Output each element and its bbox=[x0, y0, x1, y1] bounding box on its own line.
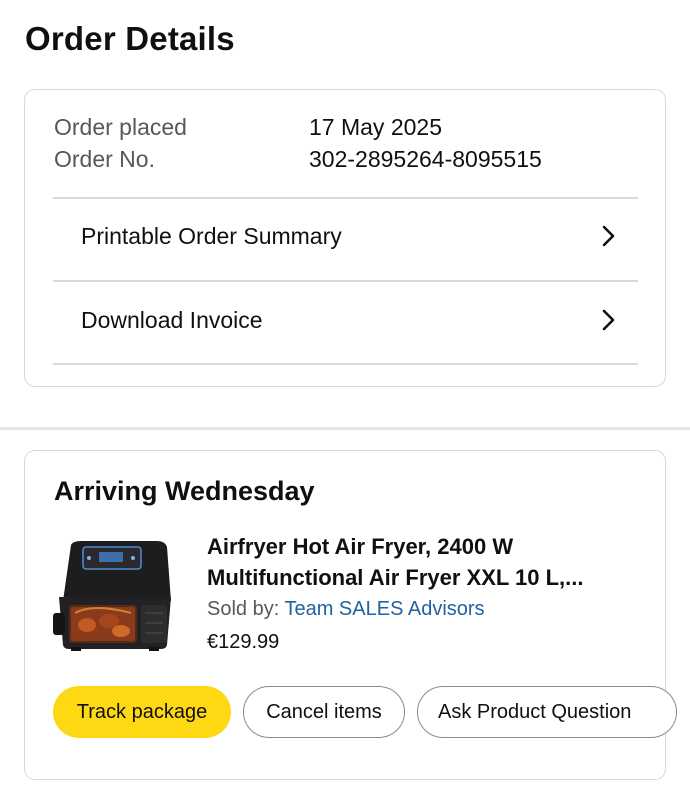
ask-product-question-button[interactable]: Ask Product Question bbox=[417, 686, 677, 738]
download-invoice-link[interactable]: Download Invoice bbox=[53, 279, 638, 361]
chevron-right-icon bbox=[602, 225, 615, 247]
product-title-line-1: Airfryer Hot Air Fryer, 2400 W bbox=[207, 534, 514, 559]
product-title-line-2: Multifunctional Air Fryer XXL 10 L,... bbox=[207, 565, 584, 590]
chevron-right-icon bbox=[602, 309, 615, 331]
sold-by-label: Sold by: bbox=[207, 598, 285, 620]
divider bbox=[53, 363, 638, 365]
download-invoice-label: Download Invoice bbox=[81, 306, 263, 333]
order-info-card: Order placed 17 May 2025 Order No. 302-2… bbox=[24, 89, 666, 387]
order-number-label: Order No. bbox=[54, 146, 155, 172]
seller-link[interactable]: Team SALES Advisors bbox=[284, 598, 484, 620]
cancel-items-button[interactable]: Cancel items bbox=[243, 686, 405, 738]
printable-order-summary-label: Printable Order Summary bbox=[81, 222, 342, 249]
order-placed-value: 17 May 2025 bbox=[309, 114, 442, 140]
shipment-card: Arriving Wednesday Airfryer Hot Air Frye… bbox=[24, 450, 677, 780]
order-number-value: 302-2895264-8095515 bbox=[309, 146, 542, 172]
delivery-status-heading: Arriving Wednesday bbox=[54, 476, 315, 506]
air-fryer-product-image[interactable] bbox=[53, 539, 177, 651]
order-placed-label: Order placed bbox=[54, 114, 187, 140]
page-title: Order Details bbox=[25, 20, 235, 57]
product-title[interactable]: Airfryer Hot Air Fryer, 2400 W Multifunc… bbox=[207, 531, 647, 593]
printable-order-summary-link[interactable]: Printable Order Summary bbox=[53, 195, 638, 277]
section-separator bbox=[0, 427, 690, 430]
sold-by: Sold by: Team SALES Advisors bbox=[207, 598, 485, 621]
product-price: €129.99 bbox=[207, 631, 280, 653]
track-package-button[interactable]: Track package bbox=[53, 686, 231, 738]
